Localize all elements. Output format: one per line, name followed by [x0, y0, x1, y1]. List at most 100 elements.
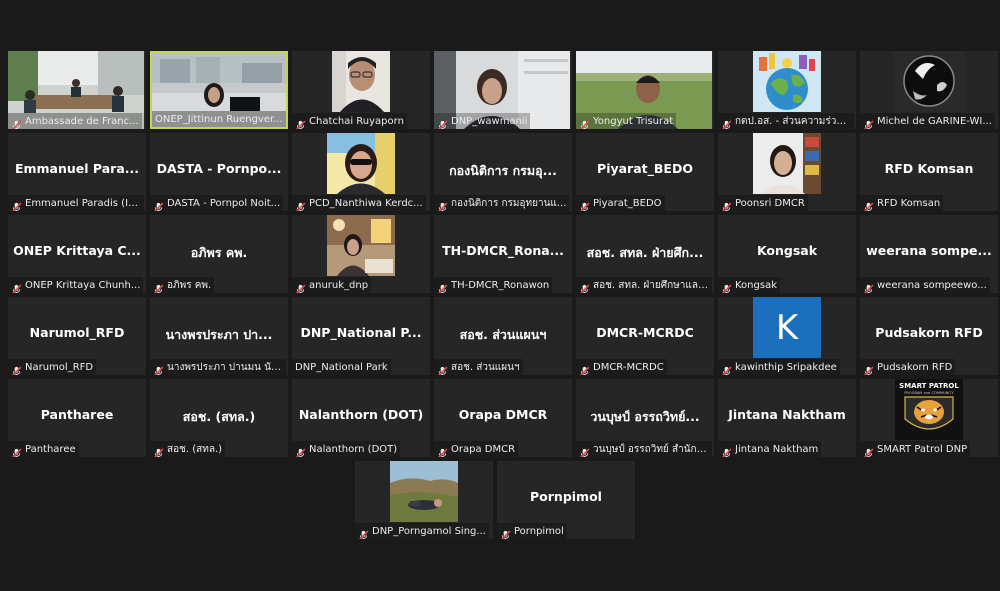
participant-video	[327, 215, 395, 276]
participant-name: kawinthip Sripakdee	[735, 361, 837, 373]
participant-display-name: สอช. (สทล.)	[182, 409, 256, 424]
participant-tile[interactable]: weerana sompe... weerana sompeewo...	[860, 215, 998, 293]
participant-display-name: DNP_National P...	[300, 325, 422, 340]
participant-tile[interactable]: SMART PATROL PROGRAM and COMMUNITY SMART P…	[860, 379, 998, 457]
mic-muted-icon	[579, 198, 590, 211]
participant-tile[interactable]: Orapa DMCR Orapa DMCR	[434, 379, 572, 457]
participant-name-label: กตป.อส. - ส่วนความร่วม...	[718, 113, 854, 129]
participant-display-name: Jintana Naktham	[728, 407, 846, 422]
participant-tile[interactable]: Kongsak Kongsak	[718, 215, 856, 293]
participant-name: DNP_National Park	[295, 361, 388, 373]
gallery-row: Ambassade de Franc... ONEP_Jittinun Rueng…	[8, 51, 998, 129]
participant-tile[interactable]: Michel de GARINE-WI...	[860, 51, 998, 129]
participant-name-label: Orapa DMCR	[434, 441, 519, 457]
participant-name-label: ONEP_Jittinun Ruengver...	[152, 111, 286, 127]
mic-muted-icon	[500, 526, 511, 539]
participant-name: Nalanthorn (DOT)	[309, 443, 398, 455]
participant-name-label: DASTA - Pornpol Noit...	[150, 195, 284, 211]
participant-tile[interactable]: Poonsri DMCR	[718, 133, 856, 211]
participant-tile[interactable]: Nalanthorn (DOT) Nalanthorn (DOT)	[292, 379, 430, 457]
participant-tile[interactable]: Kkawinthip Sripakdee	[718, 297, 856, 375]
participant-name-label: Michel de GARINE-WI...	[860, 113, 995, 129]
mic-muted-icon	[437, 198, 448, 211]
participant-tile[interactable]: DMCR-MCRDC DMCR-MCRDC	[576, 297, 714, 375]
participant-name: กองนิติการ กรมอุทยานแ...	[451, 197, 567, 209]
participant-name-label: DNP_National Park	[292, 359, 391, 375]
participant-tile[interactable]: Pornpimol Pornpimol	[497, 461, 635, 539]
participant-tile[interactable]: ONEP Krittaya C... ONEP Krittaya Chunh...	[8, 215, 146, 293]
participant-tile[interactable]: Narumol_RFD Narumol_RFD	[8, 297, 146, 375]
participant-display-name: Pornpimol	[530, 489, 602, 504]
participant-tile[interactable]: DNP_Porngamol Sing...	[355, 461, 493, 539]
participant-name: Poonsri DMCR	[735, 197, 805, 209]
participant-display-name: DMCR-MCRDC	[596, 325, 694, 340]
mic-muted-icon	[863, 198, 874, 211]
mic-muted-icon	[579, 444, 590, 457]
participant-name: สอช. สทล. ฝ่ายศึกษาและ...	[593, 279, 709, 291]
participant-tile[interactable]: TH-DMCR_Rona... TH-DMCR_Ronawon	[434, 215, 572, 293]
participant-name-label: Yongyut Trisurat	[576, 113, 677, 129]
mic-muted-icon	[11, 444, 22, 457]
participant-display-name: วนบุษป์ อรรถวิทย์...	[590, 409, 700, 424]
participant-name-label: DNP_wawmanii	[434, 113, 531, 129]
participant-tile[interactable]: Yongyut Trisurat	[576, 51, 714, 129]
participant-name-label: สอช. ส่วนแผนฯ	[434, 359, 523, 375]
mic-muted-icon	[153, 280, 164, 293]
participant-tile[interactable]: นางพรประภา ปา... นางพรประภา ปานมน นัก...	[150, 297, 288, 375]
participant-tile[interactable]: DNP_wawmanii	[434, 51, 572, 129]
participant-name-label: weerana sompeewo...	[860, 277, 990, 293]
participant-tile[interactable]: อภิพร คพ. อภิพร คพ.	[150, 215, 288, 293]
participant-display-name: สอช. ส่วนแผนฯ	[459, 327, 547, 342]
participant-name-label: Ambassade de Franc...	[8, 113, 142, 129]
mic-muted-icon	[437, 116, 448, 129]
participant-tile[interactable]: DASTA - Pornpo... DASTA - Pornpol Noit...	[150, 133, 288, 211]
participant-tile[interactable]: Ambassade de Franc...	[8, 51, 146, 129]
participant-tile[interactable]: วนบุษป์ อรรถวิทย์... วนบุษป์ อรรถวิทย์ สำ…	[576, 379, 714, 457]
participant-name: Emmanuel Paradis (IR...	[25, 197, 141, 209]
participant-name: DNP_wawmanii	[451, 115, 528, 127]
mic-muted-icon	[579, 362, 590, 375]
participant-display-name: Emmanuel Para...	[14, 161, 140, 176]
participant-name-label: anuruk_dnp	[292, 277, 372, 293]
participant-tile[interactable]: สอช. (สทล.) สอช. (สทล.)	[150, 379, 288, 457]
participant-name: Ambassade de Franc...	[25, 115, 139, 127]
video-gallery-grid: Ambassade de Franc... ONEP_Jittinun Rueng…	[8, 51, 998, 543]
participant-name-label: SMART Patrol DNP	[860, 441, 971, 457]
avatar-initial: K	[775, 307, 799, 348]
participant-video	[390, 461, 458, 522]
participant-tile[interactable]: Pudsakorn RFD Pudsakorn RFD	[860, 297, 998, 375]
participant-name-label: สอช. สทล. ฝ่ายศึกษาและ...	[576, 277, 712, 293]
participant-tile[interactable]: ONEP_Jittinun Ruengver...	[150, 51, 288, 129]
participant-name-label: กองนิติการ กรมอุทยานแ...	[434, 195, 570, 211]
participant-tile[interactable]: สอช. ส่วนแผนฯ สอช. ส่วนแผนฯ	[434, 297, 572, 375]
participant-name: วนบุษป์ อรรถวิทย์ สำนักอุ...	[593, 443, 709, 455]
mic-muted-icon	[863, 280, 874, 293]
participant-name-label: สอช. (สทล.)	[150, 441, 226, 457]
participant-name: TH-DMCR_Ronawon	[451, 279, 550, 291]
mic-muted-icon	[437, 280, 448, 293]
participant-name: Piyarat_BEDO	[593, 197, 662, 209]
participant-tile[interactable]: Piyarat_BEDO Piyarat_BEDO	[576, 133, 714, 211]
participant-tile[interactable]: Jintana Naktham Jintana Naktham	[718, 379, 856, 457]
mic-muted-icon	[153, 362, 164, 375]
participant-tile[interactable]: กตป.อส. - ส่วนความร่วม...	[718, 51, 856, 129]
participant-tile[interactable]: Pantharee Pantharee	[8, 379, 146, 457]
participant-tile[interactable]: สอช. สทล. ฝ่ายศึก... สอช. สทล. ฝ่ายศึกษาแ…	[576, 215, 714, 293]
participant-name-label: Pudsakorn RFD	[860, 359, 956, 375]
participant-name: DNP_Porngamol Sing...	[372, 525, 486, 537]
participant-tile[interactable]: PCD_Nanthiwa Kerdc...	[292, 133, 430, 211]
mic-muted-icon	[295, 444, 306, 457]
participant-tile[interactable]: Emmanuel Para... Emmanuel Paradis (IR...	[8, 133, 146, 211]
mic-muted-icon	[295, 116, 306, 129]
participant-display-name: กองนิติการ กรมอุ...	[449, 163, 557, 178]
mic-muted-icon	[153, 198, 164, 211]
participant-tile[interactable]: RFD Komsan RFD Komsan	[860, 133, 998, 211]
participant-tile[interactable]: anuruk_dnp	[292, 215, 430, 293]
gallery-row: Narumol_RFD Narumol_RFD นางพรประภา ปา... นา…	[8, 297, 998, 375]
participant-tile[interactable]: DNP_National P... DNP_National Park	[292, 297, 430, 375]
participant-tile[interactable]: Chatchai Ruyaporn	[292, 51, 430, 129]
mic-muted-icon	[358, 526, 369, 539]
participant-name: Chatchai Ruyaporn	[309, 115, 404, 127]
participant-display-name: Pudsakorn RFD	[875, 325, 983, 340]
participant-tile[interactable]: กองนิติการ กรมอุ... กองนิติการ กรมอุทยานแ…	[434, 133, 572, 211]
